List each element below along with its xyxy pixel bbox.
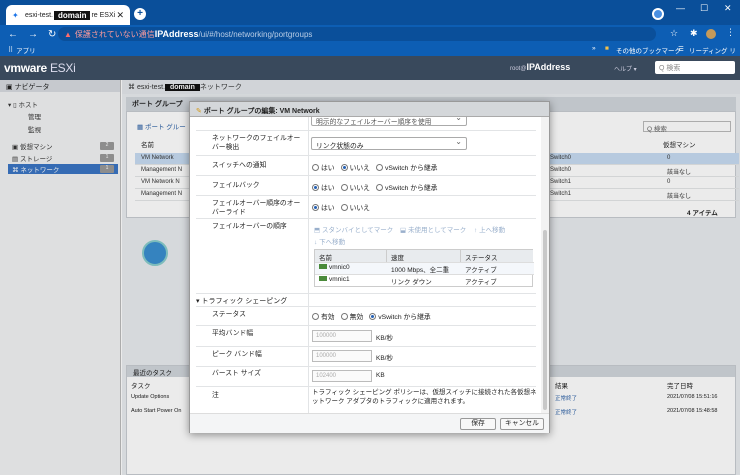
mark-standby-button[interactable]: ⬒ スタンバイとしてマーク [314,224,393,234]
note-label: 注 [212,392,219,399]
tab-title-suffix: re ESXi [91,11,116,19]
dialog-body: 明示的なフェイルオーバー順序を使用 ネットワークのフェイルオーバー検出 リンク状… [190,117,549,413]
shaping-disabled-radio[interactable]: 無効 [340,311,363,321]
bookmark-apps[interactable]: アプリ [16,45,36,55]
esxi-favicon-icon: ✦ [12,10,19,20]
failback-inherit-radio[interactable]: vSwitch から継承 [375,182,437,192]
url-host: IPAddress [154,29,199,39]
folder-icon: ■ [605,45,609,52]
close-tab-icon[interactable]: ✕ [116,10,124,21]
notify-yes-radio[interactable]: はい [312,162,335,172]
vmware-logo: vmware ESXi [4,61,76,75]
bookmark-other[interactable]: その他のブックマーク [616,45,681,55]
failover-detect-label: ネットワークのフェイルオーバー検出 [212,135,301,151]
nic-col-status[interactable]: ステータス [461,250,533,262]
url-path: /ui/#/host/networking/portgroups [198,29,313,39]
notify-inherit-radio[interactable]: vSwitch から継承 [375,162,437,172]
host-user[interactable]: root@IPAddress [510,62,570,72]
nic-speed: 1000 Mbps、全二重 [391,267,450,274]
peak-bandwidth-label: ピーク バンド幅 [212,351,262,358]
shaping-inherit-radio[interactable]: vSwitch から継承 [369,311,431,321]
star-icon[interactable]: ☆ [670,28,678,39]
mark-unused-button[interactable]: ⬓ 未使用としてマーク [400,224,466,234]
note-text: トラフィック シェーピング ポリシーは、仮想スイッチに接続された各仮想ネットワー… [312,389,537,405]
browser-tab-bar: ✦ esxi-test. domain re ESXi ✕ + — ☐ ✕ [0,0,740,25]
edit-icon: ✎ [196,108,204,115]
shaping-enabled-radio[interactable]: 有効 [312,311,335,321]
nic-icon [319,264,327,269]
dialog-scrollbar-thumb[interactable] [543,230,547,410]
avg-bandwidth-label: 平均バンド幅 [212,330,254,337]
nic-name: vmnic0 [315,262,387,274]
shaping-status-radios: 有効 無効 vSwitch から継承 [312,311,431,321]
forward-icon[interactable]: → [28,29,40,40]
back-icon[interactable]: ← [8,29,20,40]
help-menu[interactable]: ヘルプ ▾ [614,64,637,73]
move-down-button[interactable]: ↓ 下へ移動 [314,236,345,246]
burst-size-label: バースト サイズ [212,370,261,377]
burst-size-unit: KB [376,372,385,379]
override-label: フェイルオーバー順序のオーバーライド [212,200,301,216]
address-bar: ← → ↻ ▲ 保護されていない通信 IPAddress /ui/#/host/… [0,25,740,43]
shaping-status-label: ステータス [212,311,246,318]
override-yes-radio[interactable]: はい [312,202,335,212]
cancel-button[interactable]: キャンセル [500,418,544,430]
url-field[interactable]: ▲ 保護されていない通信 IPAddress /ui/#/host/networ… [58,27,656,41]
nic-speed: リンク ダウン [391,279,432,286]
tab-title-prefix: esxi-test. [25,11,54,19]
nic-order-table: 名前 速度 ステータス vmnic0 1000 Mbps、全二重 アクティブ v… [314,249,534,287]
notify-no-radio[interactable]: いいえ [340,162,370,172]
browser-tab[interactable]: ✦ esxi-test. domain re ESXi ✕ [6,5,130,25]
bookmarks-bar: ⠿ アプリ » ■ その他のブックマーク ☰ リーディング リスト [0,43,740,65]
nic-status: アクティブ [465,279,497,286]
burst-size-input[interactable]: 102400 [312,370,372,382]
failback-yes-radio[interactable]: はい [312,182,335,192]
dialog-footer: 保存 キャンセル [190,413,549,433]
avatar[interactable] [706,29,716,39]
avg-bandwidth-unit: KB/秒 [376,335,393,342]
edit-portgroup-dialog: ✎ ポート グループの編集: VM Network 明示的なフェイルオーバー順序… [189,101,550,433]
reading-list-icon: ☰ [678,46,684,53]
failback-no-radio[interactable]: いいえ [340,182,370,192]
new-tab-icon[interactable]: + [134,8,146,20]
failover-detect-select[interactable]: リンク状態のみ [311,137,467,150]
nic-col-name[interactable]: 名前 [315,250,387,262]
save-button[interactable]: 保存 [460,418,496,430]
override-no-radio[interactable]: いいえ [340,202,370,212]
peak-bandwidth-unit: KB/秒 [376,355,393,362]
load-balancing-select[interactable]: 明示的なフェイルオーバー順序を使用 [311,117,467,126]
apps-icon[interactable]: ⠿ [8,46,13,54]
notify-switch-radios: はい いいえ vSwitch から継承 [312,162,437,172]
notify-switch-label: スイッチへの通知 [212,162,267,169]
dialog-title: ✎ ポート グループの編集: VM Network [190,102,549,117]
nic-col-speed[interactable]: 速度 [387,250,461,262]
maximize-icon[interactable]: ☐ [700,3,708,14]
menu-icon[interactable]: ⋮ [726,27,735,38]
traffic-shaping-section[interactable]: ▾ トラフィック シェーピング [196,296,287,306]
nic-status: アクティブ [465,267,497,274]
nic-name: vmnic1 [315,274,387,286]
failback-radios: はい いいえ vSwitch から継承 [312,182,437,192]
avg-bandwidth-input[interactable]: 100000 [312,330,372,342]
failback-label: フェイルバック [212,182,260,189]
extensions-icon[interactable]: ✱ [690,28,698,39]
close-window-icon[interactable]: ✕ [724,3,732,14]
chevron-right-icon[interactable]: » [592,45,596,52]
profile-extension-icon[interactable] [652,8,664,20]
tab-title-mask: domain [54,10,91,20]
search-input[interactable]: Q 検索 [655,61,735,74]
peak-bandwidth-input[interactable]: 100000 [312,350,372,362]
esxi-header: vmware ESXi root@IPAddress ヘルプ ▾ Q 検索 [0,56,740,80]
minimize-icon[interactable]: — [676,3,685,13]
warning-icon: ▲ [64,29,72,39]
nic-icon [319,276,327,281]
override-radios: はい いいえ [312,202,370,212]
url-insecure-label: 保護されていない通信 [74,29,155,39]
failover-order-label: フェイルオーバーの順序 [212,223,287,230]
move-up-button[interactable]: ↑ 上へ移動 [474,224,505,234]
